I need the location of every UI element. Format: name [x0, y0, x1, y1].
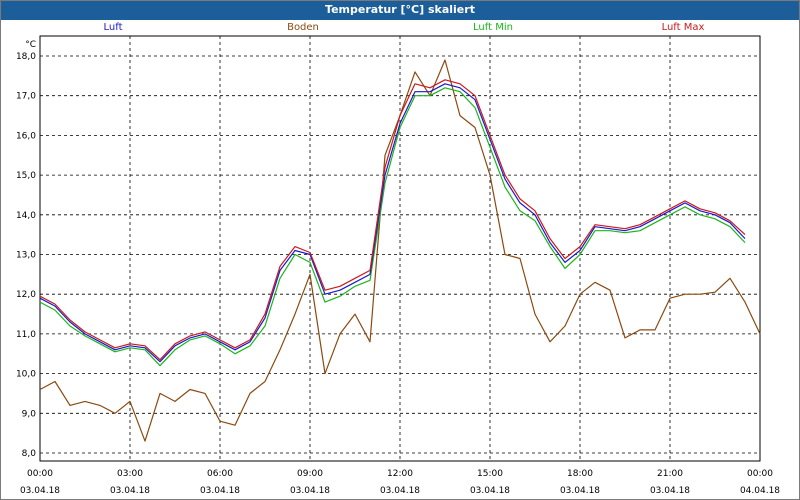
x-tick-time: 09:00 — [297, 469, 323, 479]
y-tick-label: 12,0 — [16, 290, 36, 300]
x-tick-date: 03.04.18 — [200, 486, 240, 496]
y-axis-unit: °C — [25, 40, 36, 50]
series-line-luft-max — [39, 79, 746, 361]
y-tick-label: 14,0 — [16, 211, 36, 221]
x-tick-time: 12:00 — [387, 469, 413, 479]
x-tick-time: 18:00 — [567, 469, 593, 479]
y-tick-label: 18,0 — [16, 52, 36, 62]
x-tick-time: 00:00 — [747, 469, 773, 479]
y-tick-label: 10,0 — [16, 370, 36, 380]
y-tick-label: 16,0 — [16, 131, 36, 141]
y-tick-label: 8,0 — [22, 449, 37, 459]
y-tick-label: 15,0 — [16, 171, 36, 181]
temperature-chart: °C 8,0 9,0 10,0 11,0 12,0 13,0 14,0 15,0 16,0 17,… — [16, 35, 780, 496]
x-tick-date: 03.04.18 — [20, 486, 60, 496]
x-tick-date: 03.04.18 — [470, 486, 510, 496]
x-tick-date: 04.04.18 — [740, 486, 780, 496]
x-tick-time: 03:00 — [117, 469, 143, 479]
y-axis: °C 8,0 9,0 10,0 11,0 12,0 13,0 14,0 15,0 16,0 17,… — [16, 40, 36, 459]
x-tick-time: 06:00 — [207, 469, 233, 479]
y-tick-label: 17,0 — [16, 92, 36, 102]
x-tick-time: 15:00 — [477, 469, 503, 479]
x-tick-date: 03.04.18 — [110, 486, 150, 496]
x-axis: 00:00 03.04.18 03:00 03.04.18 06:00 03.04.18 0… — [20, 469, 780, 496]
y-tick-label: 11,0 — [16, 330, 36, 340]
x-tick-date: 03.04.18 — [380, 486, 420, 496]
x-tick-date: 03.04.18 — [290, 486, 330, 496]
series-lines — [39, 59, 761, 442]
series-line-luft — [39, 83, 746, 363]
y-tick-label: 9,0 — [22, 409, 37, 419]
x-tick-date: 03.04.18 — [560, 486, 600, 496]
x-tick-date: 03.04.18 — [650, 486, 690, 496]
x-tick-time: 00:00 — [27, 469, 53, 479]
y-tick-label: 13,0 — [16, 251, 36, 261]
grid-lines — [40, 36, 760, 461]
x-tick-time: 21:00 — [657, 469, 683, 479]
